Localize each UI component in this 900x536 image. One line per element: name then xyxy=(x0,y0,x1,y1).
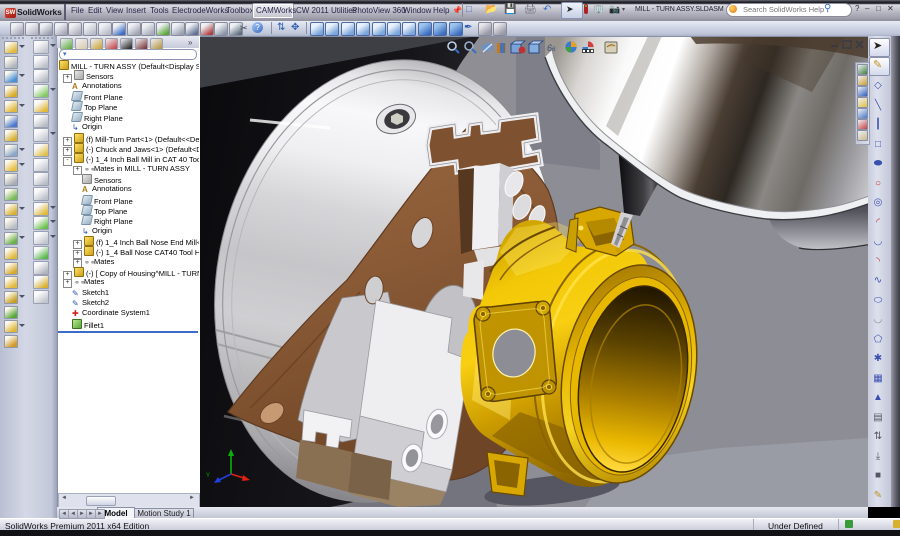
svg-text:Y: Y xyxy=(206,473,210,479)
